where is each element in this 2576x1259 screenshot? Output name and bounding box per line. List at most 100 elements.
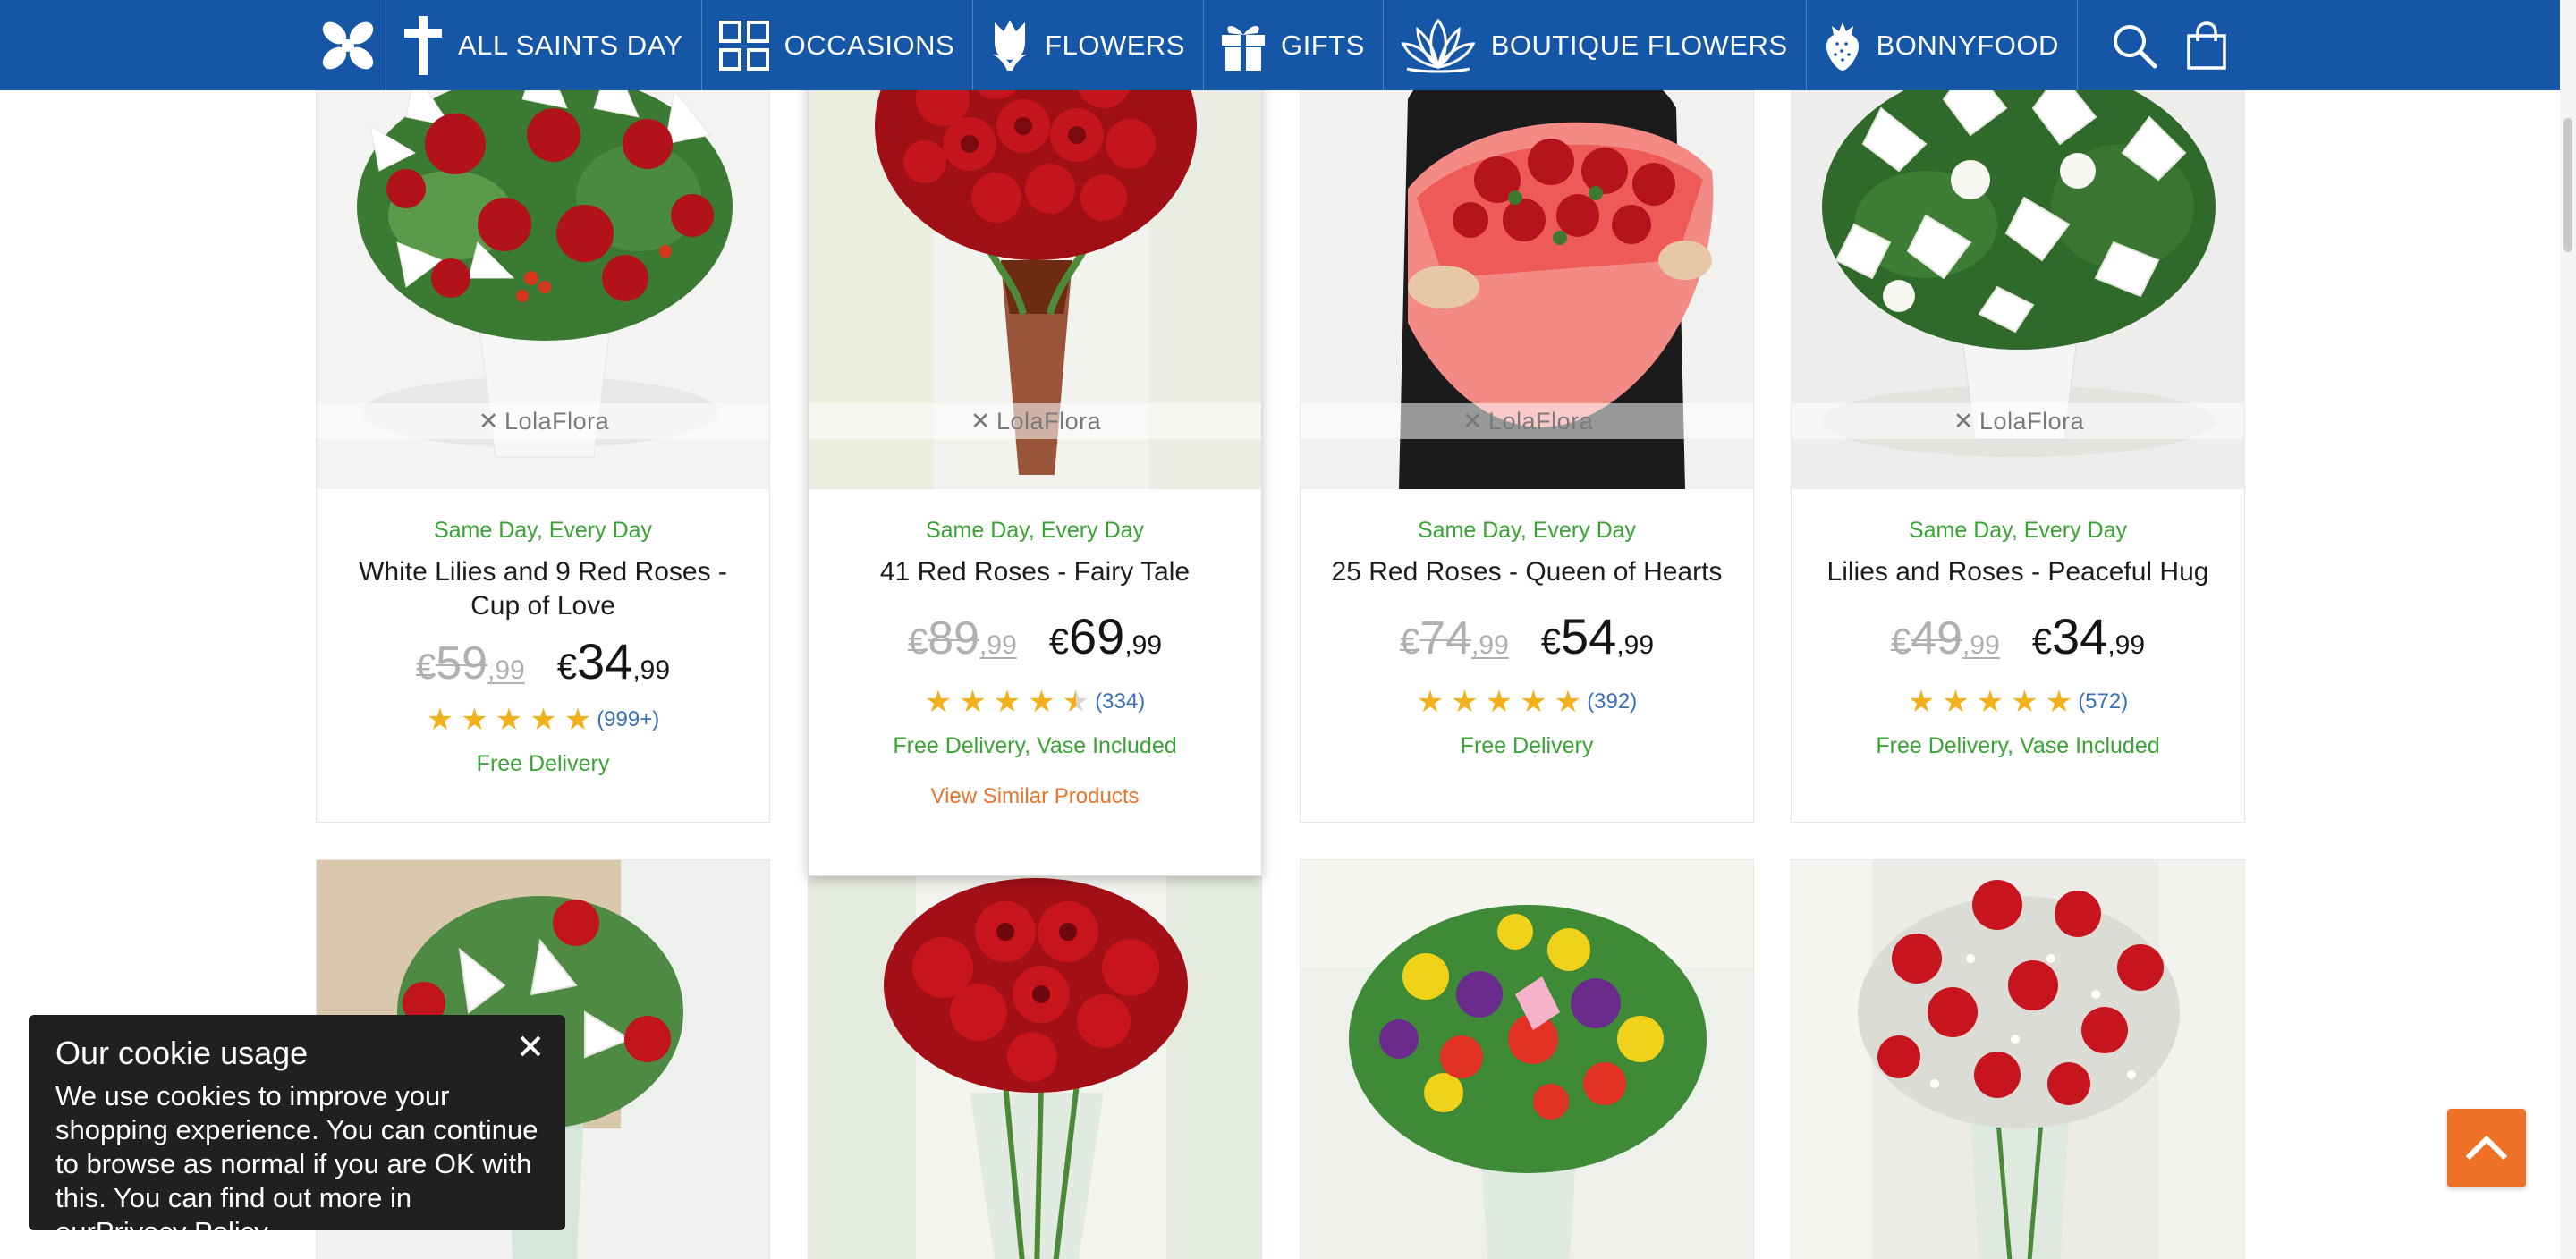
star-rating: ★ ★ ★ ★ ★ bbox=[1417, 687, 1581, 717]
chevron-up-icon bbox=[2465, 1135, 2508, 1161]
old-price-whole: 89 bbox=[928, 613, 980, 664]
scrollbar-thumb[interactable] bbox=[2563, 118, 2572, 252]
back-to-top-button[interactable] bbox=[2447, 1109, 2526, 1187]
new-price-cents: ,99 bbox=[1124, 630, 1163, 660]
cookie-text: We use cookies to improve your shopping … bbox=[55, 1079, 538, 1249]
product-card[interactable] bbox=[1791, 859, 2245, 1259]
gift-icon bbox=[1221, 25, 1265, 71]
old-price: €89,99 bbox=[908, 612, 1017, 665]
product-name[interactable]: 41 Red Roses - Fairy Tale bbox=[809, 555, 1261, 589]
nav-item-flowers[interactable]: FLOWERS bbox=[973, 0, 1204, 90]
rating[interactable]: ★ ★ ★ ★ ★ (572) bbox=[1792, 687, 2244, 717]
new-price-cents: ,99 bbox=[2107, 630, 2146, 660]
product-name[interactable]: White Lilies and 9 Red Roses - Cup of Lo… bbox=[317, 555, 769, 623]
nav-item-bonnyfood[interactable]: BONNYFOOD bbox=[1807, 0, 2078, 90]
nav-item-label: GIFTS bbox=[1280, 29, 1365, 61]
rating[interactable]: ★★★★★ (334) bbox=[809, 687, 1261, 717]
review-count[interactable]: (334) bbox=[1095, 689, 1145, 714]
new-price-whole: 69 bbox=[1069, 608, 1125, 664]
nav-item-all-saints-day[interactable]: ALL SAINTS DAY bbox=[386, 0, 702, 90]
star-rating: ★ ★ ★ ★ ★ bbox=[1908, 687, 2072, 717]
rating[interactable]: ★ ★ ★ ★ ★ (999+) bbox=[317, 705, 769, 735]
star-icon: ★ bbox=[1942, 685, 1970, 719]
price-block: €59,99 €34,99 bbox=[317, 632, 769, 690]
search-icon[interactable] bbox=[2111, 22, 2157, 69]
nav-item-label: OCCASIONS bbox=[784, 29, 955, 61]
old-price-currency: € bbox=[1890, 622, 1911, 662]
new-price-whole: 54 bbox=[1561, 608, 1617, 664]
privacy-policy-link[interactable]: Privacy Policy bbox=[96, 1216, 267, 1247]
star-icon: ★ bbox=[564, 703, 592, 737]
product-card[interactable]: ✕ LolaFlora Same Day, Every Day 41 Red Ro… bbox=[808, 0, 1262, 876]
new-price-cents: ,99 bbox=[1616, 630, 1655, 660]
grid-icon bbox=[718, 20, 769, 71]
new-price: €54,99 bbox=[1541, 607, 1654, 665]
watermark-logo-icon: ✕ bbox=[478, 407, 500, 435]
new-price: €34,99 bbox=[2032, 607, 2145, 665]
product-name[interactable]: Lilies and Roses - Peaceful Hug bbox=[1792, 555, 2244, 589]
nav-item-boutique-flowers[interactable]: BOUTIQUE FLOWERS bbox=[1384, 0, 1807, 90]
close-icon[interactable] bbox=[517, 1033, 544, 1060]
watermark: ✕ LolaFlora bbox=[1792, 403, 2244, 439]
delivery-time: Same Day, Every Day bbox=[1417, 518, 1637, 543]
old-price-currency: € bbox=[1399, 622, 1420, 662]
cookie-banner: Our cookie usage We use cookies to impro… bbox=[29, 1015, 565, 1247]
product-image[interactable] bbox=[809, 860, 1261, 1259]
old-price-cents: ,99 bbox=[1471, 630, 1509, 660]
star-rating: ★ ★ ★ ★ ★ bbox=[427, 705, 591, 735]
rating[interactable]: ★ ★ ★ ★ ★ (392) bbox=[1301, 687, 1753, 717]
old-price-whole: 74 bbox=[1419, 613, 1472, 664]
new-price-whole: 34 bbox=[2052, 608, 2108, 664]
review-count[interactable]: (999+) bbox=[597, 707, 659, 732]
star-icon: ★ bbox=[1028, 685, 1055, 719]
watermark-text: LolaFlora bbox=[1488, 407, 1594, 435]
star-icon: ★ bbox=[495, 703, 523, 737]
star-icon: ★ bbox=[1520, 685, 1547, 719]
view-similar-products-link[interactable]: View Similar Products bbox=[809, 784, 1261, 809]
watermark-text: LolaFlora bbox=[1979, 407, 2085, 435]
site-header: ALL SAINTS DAY OCCASIONS FLOWERS GIFTS B… bbox=[0, 0, 2560, 90]
star-icon: ★ bbox=[1451, 685, 1479, 719]
review-count[interactable]: (392) bbox=[1587, 689, 1637, 714]
review-count[interactable]: (572) bbox=[2078, 689, 2128, 714]
product-name[interactable]: 25 Red Roses - Queen of Hearts bbox=[1301, 555, 1753, 589]
product-image[interactable] bbox=[1792, 860, 2244, 1259]
watermark: ✕ LolaFlora bbox=[1301, 403, 1753, 439]
star-icon: ★ bbox=[426, 703, 454, 737]
nav-item-gifts[interactable]: GIFTS bbox=[1204, 0, 1384, 90]
nav-item-occasions[interactable]: OCCASIONS bbox=[702, 0, 974, 90]
new-price-cents: ,99 bbox=[632, 655, 671, 685]
header-actions bbox=[2111, 0, 2227, 90]
cross-icon bbox=[404, 15, 442, 75]
watermark: ✕ LolaFlora bbox=[317, 403, 769, 439]
old-price-cents: ,99 bbox=[487, 655, 525, 685]
new-price: €69,99 bbox=[1049, 607, 1162, 665]
old-price: €59,99 bbox=[416, 637, 525, 690]
nav-item-label: FLOWERS bbox=[1045, 29, 1185, 61]
old-price: €49,99 bbox=[1891, 612, 2000, 665]
product-info: Same Day, Every Day Lilies and Roses - P… bbox=[1792, 518, 2244, 759]
star-icon: ★ bbox=[461, 703, 488, 737]
new-price-currency: € bbox=[556, 647, 578, 687]
nav-item-label: ALL SAINTS DAY bbox=[458, 29, 683, 61]
red-roses-glass-vase-image bbox=[809, 860, 1261, 1259]
old-price-cents: ,99 bbox=[1962, 630, 2000, 660]
product-card[interactable] bbox=[1300, 859, 1754, 1259]
product-info: Same Day, Every Day 25 Red Roses - Queen… bbox=[1301, 518, 1753, 759]
star-icon: ★ bbox=[993, 685, 1021, 719]
new-price: €34,99 bbox=[557, 632, 670, 690]
logo[interactable] bbox=[309, 0, 386, 90]
old-price-whole: 59 bbox=[436, 638, 488, 689]
shopping-bag-icon[interactable] bbox=[2186, 21, 2227, 70]
product-card[interactable]: ✕ LolaFlora Same Day, Every Day White Lil… bbox=[316, 0, 770, 823]
watermark-logo-icon: ✕ bbox=[1953, 407, 1975, 435]
price-block: €89,99 €69,99 bbox=[809, 607, 1261, 665]
product-card[interactable]: ✕ LolaFlora Same Day, Every Day Lilies an… bbox=[1791, 0, 2245, 823]
star-icon: ★ bbox=[1063, 687, 1089, 717]
product-card[interactable] bbox=[808, 859, 1262, 1259]
star-icon: ★ bbox=[1907, 685, 1936, 719]
product-image[interactable] bbox=[1301, 860, 1753, 1259]
product-card[interactable]: ✕ LolaFlora Same Day, Every Day 25 Red Ro… bbox=[1300, 0, 1754, 823]
star-icon: ★ bbox=[924, 685, 953, 719]
mixed-bouquet-image bbox=[1301, 860, 1753, 1259]
